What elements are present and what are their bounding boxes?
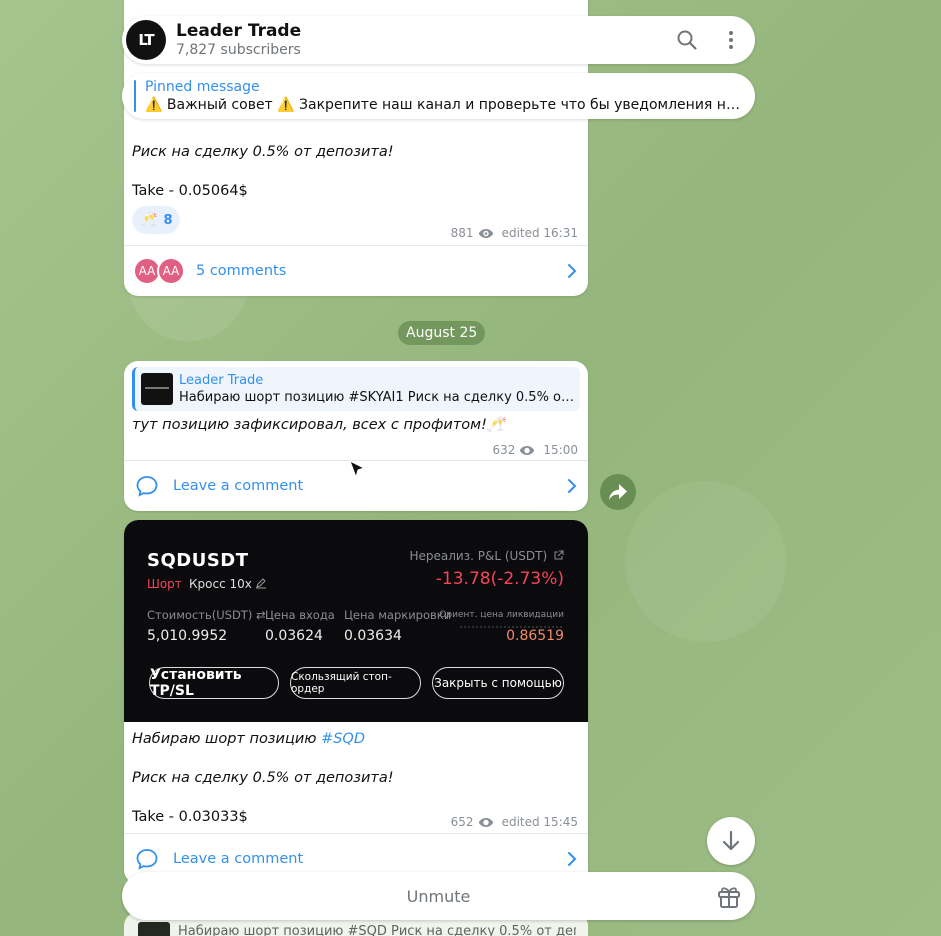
eye-icon: [478, 228, 493, 238]
eye-icon: [478, 817, 493, 827]
hashtag-link[interactable]: #SQD: [321, 731, 365, 747]
message-text: Take - 0.05064$: [132, 183, 248, 199]
liquidation-price-label: Ориент. цена ликвидации: [439, 610, 564, 620]
search-icon: [677, 30, 697, 50]
leave-comment-label: Leave a comment: [173, 477, 304, 494]
channel-info[interactable]: Leader Trade 7,827 subscribers: [176, 21, 665, 59]
subscriber-count: 7,827 subscribers: [176, 42, 301, 58]
reply-text: Набираю шорт позицию #SKYAI1 Риск на сде…: [179, 390, 575, 405]
pinned-text: ⚠️ Важный совет ⚠️ Закрепите наш канал и…: [145, 97, 745, 113]
peek-text: Набираю шорт позицию #SQD Риск на сделку…: [178, 924, 576, 936]
message-meta: 881 edited 16:31: [451, 226, 578, 240]
comment-icon: [136, 475, 158, 497]
more-vertical-icon: [729, 31, 733, 49]
message-text: тут позицию зафиксировал, всех с профито…: [132, 417, 505, 433]
cost-label: Стоимость(USDT) ⇄: [147, 608, 266, 622]
more-button[interactable]: [709, 18, 753, 62]
edited-time: edited 16:31: [501, 226, 578, 240]
entry-price-label: Цена входа: [265, 608, 335, 622]
view-count: 652: [450, 815, 474, 829]
reaction-count: 8: [163, 212, 173, 228]
reaction-chip[interactable]: 🥂 8: [132, 206, 181, 234]
chevron-right-icon: [568, 851, 577, 866]
channel-header[interactable]: LT Leader Trade 7,827 subscribers: [122, 16, 755, 64]
comments-link[interactable]: AA AA 5 comments: [124, 245, 588, 295]
pinned-message[interactable]: Pinned message ⚠️ Важный совет ⚠️ Закреп…: [122, 73, 755, 119]
forward-button[interactable]: [600, 474, 636, 510]
close-with-button: Закрыть с помощью: [432, 667, 564, 699]
search-button[interactable]: [665, 18, 709, 62]
message-text: Набираю шорт позицию #SQD: [132, 731, 365, 747]
message-time: 15:00: [543, 443, 578, 457]
view-count: 881: [450, 226, 474, 240]
message-meta: 632 15:00: [493, 443, 579, 457]
mouse-cursor-icon: [349, 459, 366, 479]
trade-mode: Кросс 10x: [189, 577, 252, 591]
mark-price-label: Цена маркировки: [344, 608, 452, 622]
leave-comment-label: Leave a comment: [173, 850, 304, 867]
eye-icon: [520, 445, 535, 455]
message-text: Риск на сделку 0.5% от депозита!: [132, 144, 394, 160]
reply-thumbnail: [141, 373, 173, 405]
reply-thumbnail: [138, 922, 170, 936]
unmute-button[interactable]: Unmute: [407, 887, 471, 906]
comments-count: 5 comments: [196, 262, 287, 279]
set-tpsl-button: Установить TP/SL: [149, 667, 279, 699]
reply-preview[interactable]: Leader Trade Набираю шорт позицию #SKYAI…: [132, 367, 580, 411]
message-bubble: Leader Trade Набираю шорт позицию #SKYAI…: [124, 361, 588, 511]
avatar: AA: [157, 257, 185, 285]
message-text: Риск на сделку 0.5% от депозита!: [132, 770, 394, 786]
message-text: Take - 0.03033$: [132, 809, 248, 825]
trade-symbol: SQDUSDT: [147, 550, 249, 571]
trade-side: Шорт: [147, 577, 182, 591]
reaction-emoji: 🥂: [140, 212, 158, 228]
share-icon: [554, 550, 564, 560]
message-meta: 652 edited 15:45: [451, 815, 578, 829]
view-count: 632: [492, 443, 516, 457]
forward-icon: [609, 484, 627, 500]
pinned-indicator: [134, 80, 136, 112]
chevron-right-icon: [568, 263, 577, 278]
entry-price-value: 0.03624: [265, 628, 323, 644]
trade-screenshot[interactable]: SQDUSDT Шорт Кросс 10x Нереализ. P&L (US…: [124, 520, 588, 722]
channel-avatar[interactable]: LT: [126, 20, 166, 60]
unrealized-pnl-value: -13.78(-2.73%): [435, 569, 564, 589]
comment-icon: [136, 848, 158, 870]
pinned-title: Pinned message: [145, 79, 260, 95]
chevron-right-icon: [568, 478, 577, 493]
scroll-down-button[interactable]: [707, 817, 755, 865]
liquidation-price-value: 0.86519: [506, 628, 564, 644]
gift-icon[interactable]: [715, 882, 743, 910]
mark-price-value: 0.03634: [344, 628, 402, 644]
date-separator[interactable]: August 25: [398, 321, 486, 345]
unmute-bar[interactable]: Unmute: [122, 872, 755, 920]
cost-value: 5,010.9952: [147, 628, 228, 644]
trailing-stop-button: Скользящий стоп-ордер: [290, 667, 421, 699]
arrow-down-icon: [722, 830, 740, 851]
edited-time: edited 15:45: [501, 815, 578, 829]
unrealized-pnl-label: Нереализ. P&L (USDT): [410, 549, 565, 563]
channel-title: Leader Trade: [176, 21, 302, 41]
reply-author: Leader Trade: [179, 373, 264, 388]
edit-icon: [256, 578, 266, 589]
message-bubble: SQDUSDT Шорт Кросс 10x Нереализ. P&L (US…: [124, 520, 588, 884]
